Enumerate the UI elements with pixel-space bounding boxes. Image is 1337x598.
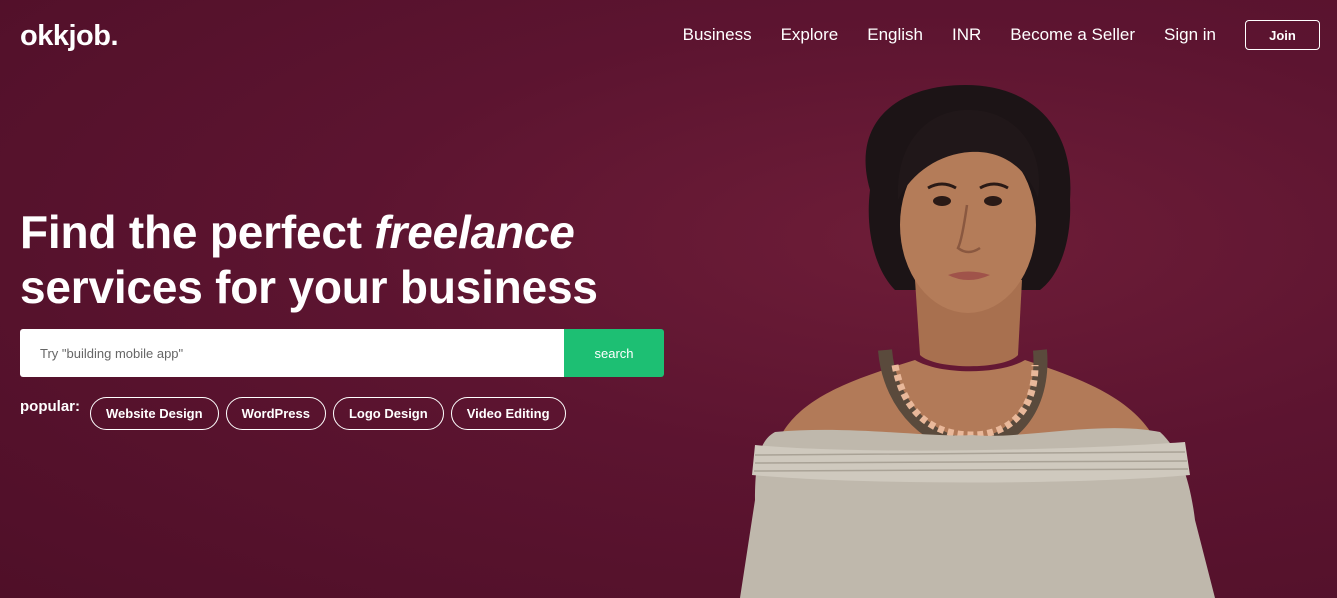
search-bar: search — [20, 329, 664, 377]
site-logo[interactable]: okkjob. — [20, 20, 119, 53]
nav-become-seller-link[interactable]: Become a Seller — [1010, 25, 1135, 45]
main-nav: Business Explore English INR Become a Se… — [654, 20, 1320, 50]
popular-tag-logo-design[interactable]: Logo Design — [332, 397, 444, 430]
nav-language-link[interactable]: English — [867, 25, 923, 45]
popular-tag-website-design[interactable]: Website Design — [90, 397, 219, 430]
popular-tag-wordpress[interactable]: WordPress — [225, 397, 326, 430]
popular-label: popular: — [20, 398, 80, 415]
join-button[interactable]: Join — [1245, 20, 1320, 50]
hero-title: Find the perfect freelance services for … — [20, 205, 598, 315]
popular-tag-video-editing[interactable]: Video Editing — [450, 397, 566, 430]
nav-currency-link[interactable]: INR — [952, 25, 981, 45]
popular-tags: popular: Website Design WordPress Logo D… — [20, 397, 573, 430]
hero-title-emphasis: freelance — [374, 206, 575, 258]
nav-sign-in-link[interactable]: Sign in — [1164, 25, 1216, 45]
hero-title-part2: services for your business — [20, 261, 598, 313]
search-button[interactable]: search — [564, 329, 664, 377]
hero-title-part1: Find the perfect — [20, 206, 375, 258]
top-navigation: okkjob. Business Explore English INR Bec… — [0, 0, 1337, 70]
search-input[interactable] — [20, 329, 564, 377]
nav-explore-link[interactable]: Explore — [781, 25, 839, 45]
nav-business-link[interactable]: Business — [683, 25, 752, 45]
hero-person-image — [740, 85, 1215, 598]
